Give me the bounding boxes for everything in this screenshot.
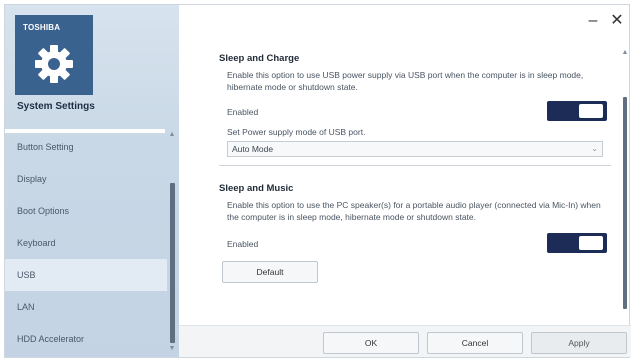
app-logo: TOSHIBA [15,15,93,95]
section-divider [219,165,611,166]
content-scroll-thumb[interactable] [623,97,627,309]
sleep-music-enabled-label: Enabled [227,239,259,249]
sleep-charge-description: Enable this option to use USB power supp… [227,70,584,92]
sidebar-item-boot-options[interactable]: Boot Options [5,195,167,227]
sidebar-item-keyboard[interactable]: Keyboard [5,227,167,259]
sidebar-item-usb[interactable]: USB [5,259,167,291]
scroll-up-icon[interactable]: ▲ [168,131,176,139]
settings-panel: Sleep and Charge Enable this option to u… [191,45,611,325]
sleep-charge-toggle[interactable] [547,101,607,121]
toggle-knob [579,236,603,250]
sidebar-item-lan[interactable]: LAN [5,291,167,323]
gear-icon [35,45,73,83]
scroll-down-icon[interactable]: ▼ [168,345,176,353]
system-settings-window: TOSHIBA System Settings Button Setting D… [4,4,631,358]
close-button[interactable]: ✕ [607,11,627,31]
content-scrollbar[interactable]: ▲ [621,49,629,319]
ok-button[interactable]: OK [323,332,419,354]
chevron-down-icon: ⌄ [591,144,598,153]
usb-power-mode-value: Auto Mode [232,144,274,154]
sidebar-scrollbar[interactable]: ▲ ▼ [167,131,177,355]
sidebar-item-button-setting[interactable]: Button Setting [5,131,167,163]
sleep-charge-enabled-label: Enabled [227,107,259,117]
sidebar: TOSHIBA System Settings Button Setting D… [5,5,179,357]
cancel-button[interactable]: Cancel [427,332,523,354]
apply-button[interactable]: Apply [531,332,627,354]
sidebar-item-display[interactable]: Display [5,163,167,195]
minimize-button[interactable]: – [583,11,603,31]
sidebar-nav: Button Setting Display Boot Options Keyb… [5,131,167,355]
sleep-music-title: Sleep and Music [219,183,294,194]
default-button[interactable]: Default [222,261,318,283]
sidebar-scroll-thumb[interactable] [170,183,175,343]
brand-name: TOSHIBA [23,23,61,32]
sidebar-title: System Settings [17,101,95,112]
scroll-up-icon[interactable]: ▲ [621,49,629,57]
usb-power-mode-select[interactable]: Auto Mode ⌄ [227,141,603,157]
sleep-charge-title: Sleep and Charge [219,53,300,64]
sidebar-item-hdd-accelerator[interactable]: HDD Accelerator [5,323,167,355]
sleep-music-description: Enable this option to use the PC speaker… [227,200,601,222]
sleep-music-toggle[interactable] [547,233,607,253]
usb-mode-label: Set Power supply mode of USB port. [227,127,366,137]
toggle-knob [579,104,603,118]
